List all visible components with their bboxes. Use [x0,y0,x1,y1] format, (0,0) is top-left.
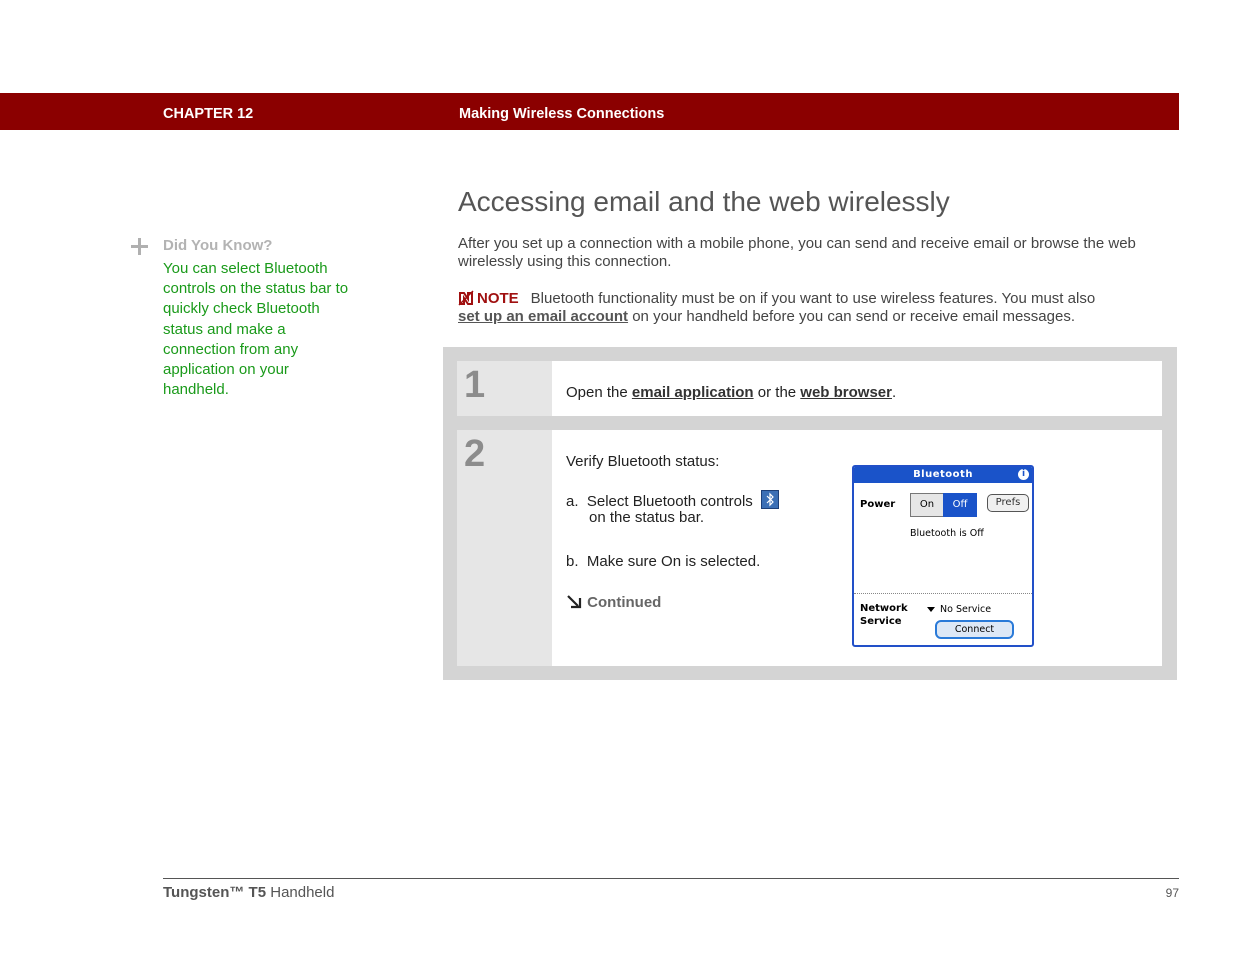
chapter-label: CHAPTER 12 [163,106,254,122]
device-on-button[interactable]: On [910,493,944,517]
step-1-text-middle: or the [757,384,797,401]
note-block: NOTE Bluetooth functionality must be on i… [458,290,1180,326]
note-label: NOTE [477,290,519,307]
continued-indicator: Continued [566,594,661,611]
step-2-sub-b-prefix: b. [566,553,579,570]
note-text-before: Bluetooth functionality must be on if yo… [530,290,1096,307]
step-2-sub-a-prefix: a. [566,493,579,510]
bluetooth-device-screen: Bluetooth i Power On Off Prefs Bluetooth… [852,465,1034,647]
footer-rule [163,878,1179,879]
device-divider [854,593,1032,594]
device-network-label-1: Network [860,603,908,614]
bluetooth-icon[interactable] [760,490,779,509]
continued-label: Continued [587,594,662,611]
step-1-text-after: . [892,384,897,401]
did-you-know-text: You can select Bluetooth controls on the… [163,260,349,399]
step-2-sub-b-text: Make sure On is selected. [586,553,761,570]
step-2-sub-b: b. Make sure On is selected. [566,553,760,570]
web-browser-link[interactable]: web browser [800,384,892,401]
step-1-number: 1 [464,364,486,406]
step-1-text: Open the email application or the web br… [566,384,896,401]
page-title: Accessing email and the web wirelessly [458,186,950,217]
note-text-after: on your handheld before you can send or … [632,308,1075,325]
footer-product-rest: Handheld [270,884,335,901]
step-1-text-before: Open the [566,384,628,401]
device-prefs-button[interactable]: Prefs [987,494,1029,512]
device-power-label: Power [860,499,896,510]
device-title: Bluetooth [854,467,1032,483]
set-up-email-account-link[interactable]: set up an email account [458,308,628,325]
footer-product: Tungsten™ T5 Handheld [163,884,334,901]
step-2-intro: Verify Bluetooth status: [566,453,720,470]
device-service-value[interactable]: No Service [940,604,991,615]
plus-icon [131,238,148,255]
info-icon[interactable]: i [1018,469,1029,480]
step-2-sub-a: a. Select Bluetooth controls [566,490,779,510]
page-number: 97 [1165,886,1179,900]
device-network-label-2: Service [860,616,902,627]
arrow-down-right-icon [566,594,587,611]
footer-product-bold: Tungsten™ T5 [163,884,267,901]
step-2-sub-a-text1: Select Bluetooth controls [586,493,753,510]
step-2-number: 2 [464,433,486,475]
device-off-button[interactable]: Off [943,493,977,517]
step-2-sub-a-text2: on the status bar. [589,509,705,526]
note-icon [458,290,474,306]
chevron-down-icon[interactable] [927,607,935,612]
device-status-text: Bluetooth is Off [910,528,984,539]
device-connect-button[interactable]: Connect [935,620,1014,639]
did-you-know-heading: Did You Know? [163,237,273,254]
chapter-title: Making Wireless Connections [459,106,665,122]
intro-paragraph: After you set up a connection with a mob… [458,235,1136,270]
email-application-link[interactable]: email application [632,384,754,401]
